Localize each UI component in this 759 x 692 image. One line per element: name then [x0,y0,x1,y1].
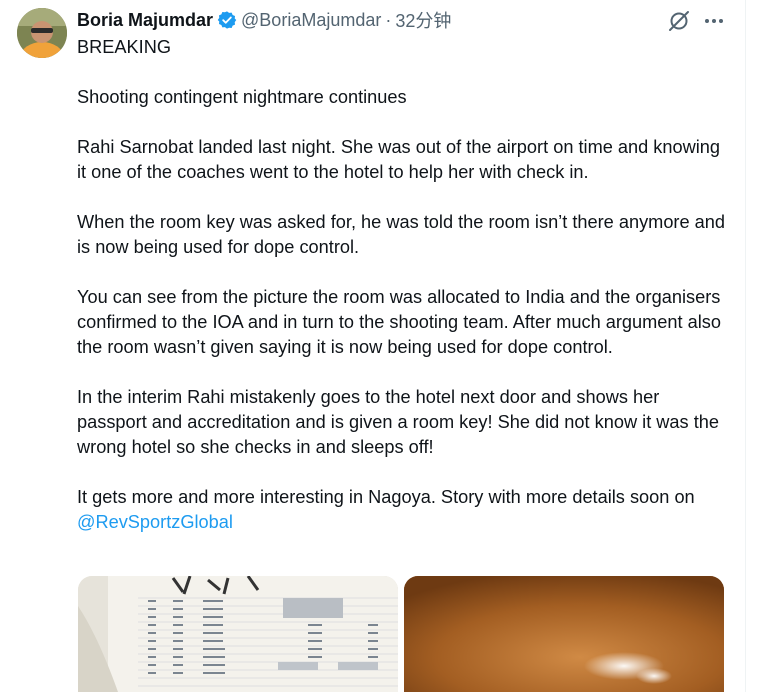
tweet-paragraph: When the room key was asked for, he was … [77,212,726,257]
tweet-line-breaking: BREAKING [77,37,171,57]
tweet-line-headline: Shooting contingent nightmare continues [77,87,407,107]
mention-link[interactable]: @RevSportzGlobal [77,512,233,532]
tweet-paragraph: It gets more and more interesting in Nag… [77,485,727,535]
wooden-table-image [404,576,724,692]
more-options-icon[interactable] [701,8,727,34]
tweet-header: Boria Majumdar @BoriaMajumdar · 32分钟 [77,8,451,32]
grok-icon[interactable] [666,8,692,34]
author-name[interactable]: Boria Majumdar [77,10,213,31]
avatar[interactable] [17,8,67,58]
author-handle[interactable]: @BoriaMajumdar [241,10,381,31]
wooden-table-photo[interactable] [404,576,724,692]
tweet-paragraph: You can see from the picture the room wa… [77,287,721,357]
timestamp[interactable]: 32分钟 [395,7,451,33]
tweet-paragraph-text: It gets more and more interesting in Nag… [77,487,695,507]
tweet-paragraph: Rahi Sarnobat landed last night. She was… [77,137,721,182]
tweet-card[interactable]: Boria Majumdar @BoriaMajumdar · 32分钟 BRE… [0,0,746,692]
tweet-paragraph: In the interim Rahi mistakenly goes to t… [77,387,719,457]
media-grid [78,576,724,692]
room-list-photo[interactable] [78,576,398,692]
verified-badge-icon [217,10,237,30]
separator-dot: · [385,9,392,30]
tweet-text: BREAKING Shooting contingent nightmare c… [77,35,727,535]
room-list-image [78,576,398,692]
